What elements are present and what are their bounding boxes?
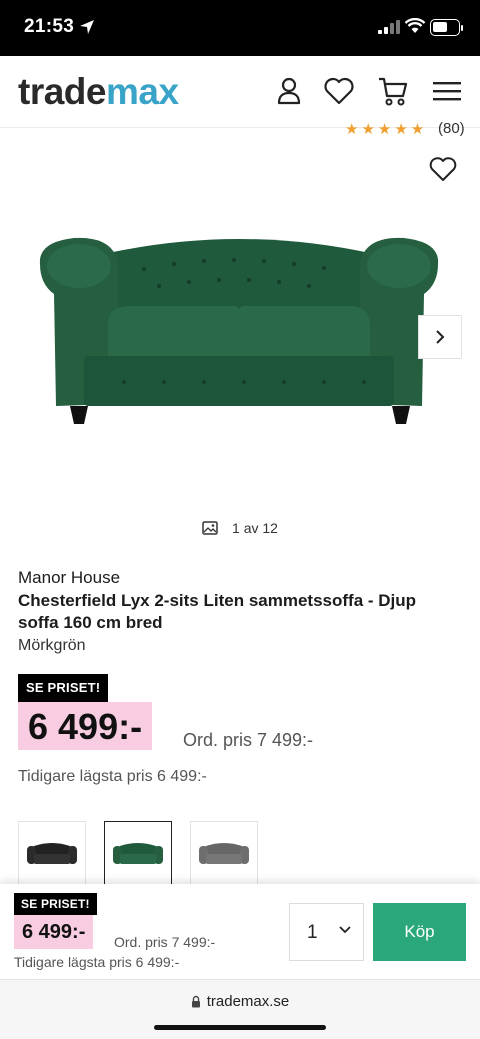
product-brand[interactable]: Manor House [18,568,120,588]
browser-url-bar[interactable]: trademax.se [0,979,480,1039]
product-variant: Mörkgrön [18,637,86,654]
product-gallery[interactable]: ★★★★★ (80) 1 av 12 [0,120,480,548]
buybar-lowest-price-note: Tidigare lägsta pris 6 499:- [14,954,180,970]
url-text: trademax.se [206,993,290,1010]
battery-icon [430,19,460,36]
cart-icon[interactable] [376,74,410,108]
buybar-price-badge: SE PRISET! [14,893,97,915]
buy-button[interactable]: Köp [373,903,466,961]
sofa-thumbnail-green [113,843,163,864]
user-icon[interactable] [272,74,306,108]
lock-icon [191,995,200,1008]
wifi-icon [404,18,426,33]
quantity-value: 1 [307,922,318,943]
chevron-right-icon [436,330,445,344]
heart-icon[interactable] [322,74,356,108]
status-time: 21:53 [24,16,75,37]
color-option-black[interactable] [18,821,86,887]
product-title: Chesterfield Lyx 2-sits Liten sammetssof… [18,591,417,632]
review-count[interactable]: (80) [438,120,465,137]
quantity-select[interactable]: 1 [289,903,364,961]
chevron-down-icon [339,926,351,934]
product-price: 6 499:- [18,702,153,750]
cellular-signal-icon [378,20,400,34]
price-badge: SE PRISET! [18,674,109,702]
status-bar: 21:53 [0,0,480,56]
location-arrow-icon [80,20,94,34]
trademax-logo[interactable]: trademax [18,70,179,114]
lowest-price-note: Tidigare lägsta pris 6 499:- [18,768,207,785]
image-icon [202,521,218,535]
url-display[interactable]: trademax.se [0,993,480,1010]
gallery-next-button[interactable] [418,315,462,359]
image-counter-label: 1 av 12 [232,520,278,536]
ordinary-price: Ord. pris 7 499:- [183,730,314,750]
buybar-price: 6 499:- [14,915,94,949]
home-indicator[interactable] [154,1025,326,1030]
sticky-buy-bar: SE PRISET! 6 499:- Ord. pris 7 499:- Tid… [0,884,480,979]
product-image[interactable] [34,224,444,438]
rating-stars: ★★★★★ [345,121,428,138]
wishlist-heart-icon[interactable] [428,154,458,184]
color-option-dark-green[interactable] [104,821,172,887]
color-option-grey[interactable] [190,821,258,887]
color-options [18,821,258,887]
sofa-thumbnail-grey [199,843,249,864]
image-counter: 1 av 12 [0,520,480,536]
site-header: trademax [0,56,480,128]
buybar-ordinary-price: Ord. pris 7 499:- [114,934,216,950]
menu-icon[interactable] [430,74,464,108]
sofa-thumbnail-black [27,843,77,864]
